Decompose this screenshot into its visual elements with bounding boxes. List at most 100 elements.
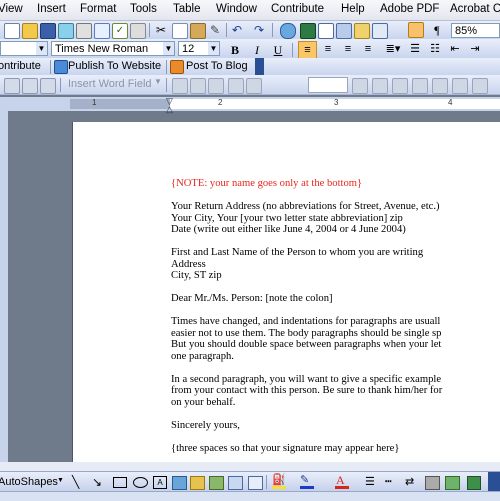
picture-2-icon[interactable]	[248, 476, 263, 490]
text-box-icon[interactable]: A	[153, 476, 167, 489]
match-fields-icon[interactable]	[208, 78, 224, 94]
spelling-icon[interactable]: ✓	[112, 23, 128, 39]
arrow-style-icon[interactable]: ⇄	[405, 476, 419, 488]
cut-icon[interactable]: ✂	[154, 23, 168, 37]
format-painter-icon[interactable]: ✎	[208, 23, 222, 37]
underline-button[interactable]: U	[270, 42, 286, 58]
mail-merge-icon[interactable]	[4, 78, 20, 94]
wordart-icon[interactable]	[172, 476, 187, 490]
bullets-icon[interactable]: ☷	[428, 41, 442, 57]
print-icon[interactable]	[76, 23, 92, 39]
picture-icon[interactable]	[228, 476, 243, 490]
previous-record-icon[interactable]	[246, 78, 262, 94]
excel-icon[interactable]	[300, 23, 316, 39]
shadow-style-icon[interactable]	[425, 476, 440, 490]
find-entry-icon[interactable]	[392, 78, 408, 94]
menu-adobe-pdf[interactable]: Adobe PDF	[380, 3, 439, 15]
toolbar-options-icon[interactable]	[255, 58, 264, 75]
document-map-icon[interactable]	[372, 23, 388, 39]
menu-view[interactable]: View	[0, 3, 23, 15]
style-select[interactable]: ▼	[0, 41, 48, 56]
vertical-ruler[interactable]	[0, 111, 8, 462]
font-size-select[interactable]: 12 ▼	[178, 41, 220, 56]
last-record-icon[interactable]	[372, 78, 388, 94]
menu-insert[interactable]: Insert	[37, 3, 66, 15]
increase-indent-icon[interactable]: ⇥	[468, 41, 482, 57]
horizontal-ruler[interactable]: 1 2 3 4 ▽ △	[0, 97, 500, 114]
autoshapes-menu[interactable]: AutoShapes	[0, 476, 58, 488]
menu-table[interactable]: Table	[173, 3, 201, 15]
copy-icon[interactable]	[172, 23, 188, 39]
drawing-icon[interactable]	[354, 23, 370, 39]
save-icon[interactable]	[40, 23, 56, 39]
fill-color-icon[interactable]: ⛽	[272, 475, 286, 486]
toolbar-options-icon[interactable]	[488, 472, 500, 492]
rectangle-icon[interactable]	[113, 477, 127, 488]
menu-help[interactable]: Help	[341, 3, 365, 15]
indent-marker-icon[interactable]: ▽ △	[166, 97, 173, 114]
document-body[interactable]: {NOTE: your name goes only at the bottom…	[171, 178, 500, 454]
research-icon[interactable]	[130, 23, 146, 39]
insert-word-field-button[interactable]: Insert Word Field	[68, 78, 152, 90]
diagram-icon[interactable]	[190, 476, 205, 490]
record-number-input[interactable]	[308, 77, 348, 93]
next-record-icon[interactable]	[352, 78, 368, 94]
align-left-icon[interactable]: ≡	[298, 41, 317, 59]
view-merged-data-icon[interactable]	[172, 78, 188, 94]
menu-window[interactable]: Window	[216, 3, 257, 15]
menu-tools[interactable]: Tools	[130, 3, 157, 15]
recipients-icon[interactable]	[22, 78, 38, 94]
arrow-icon[interactable]: ↘	[92, 476, 106, 488]
hyperlink-icon[interactable]	[280, 23, 296, 39]
publish-icon[interactable]	[54, 60, 68, 74]
oval-icon[interactable]	[133, 477, 148, 488]
line-spacing-icon[interactable]: ≣▾	[382, 41, 404, 57]
merge-to-printer-icon[interactable]	[452, 78, 468, 94]
italic-button[interactable]: I	[249, 42, 265, 58]
post-to-blog-button[interactable]: Post To Blog	[186, 60, 248, 72]
line-style-icon[interactable]: ☰	[365, 476, 379, 488]
first-record-icon[interactable]	[228, 78, 244, 94]
extra-icon[interactable]	[467, 476, 481, 490]
toolbar-separator	[149, 23, 150, 37]
reading-layout-icon[interactable]	[408, 22, 424, 38]
align-center-icon[interactable]: ≡	[321, 41, 335, 57]
3d-style-icon[interactable]	[445, 476, 460, 490]
check-errors-icon[interactable]	[412, 78, 428, 94]
blog-icon[interactable]	[170, 60, 184, 74]
bold-button[interactable]: B	[227, 42, 243, 58]
redo-icon[interactable]: ↷	[252, 23, 266, 37]
font-color-icon[interactable]: A	[336, 474, 348, 486]
print-preview-icon[interactable]	[94, 23, 110, 39]
insert-table-icon[interactable]	[318, 23, 334, 39]
line-icon[interactable]: ╲	[72, 476, 86, 488]
clip-art-icon[interactable]	[209, 476, 224, 490]
address-block-icon[interactable]	[40, 78, 56, 94]
align-right-icon[interactable]: ≡	[341, 41, 355, 57]
open-folder-icon[interactable]	[22, 23, 38, 39]
line-color-icon[interactable]: ✎	[300, 475, 314, 486]
horizontal-scrollbar[interactable]	[0, 462, 500, 471]
highlight-fields-icon[interactable]	[190, 78, 206, 94]
menu-contribute[interactable]: Contribute	[271, 3, 324, 15]
numbering-icon[interactable]: ☰	[408, 41, 422, 57]
contribute-label[interactable]: ontribute	[0, 60, 41, 72]
menu-acrobat-comments[interactable]: Acrobat C	[450, 3, 500, 15]
publish-to-website-button[interactable]: Publish To Website	[68, 60, 161, 72]
columns-icon[interactable]	[336, 23, 352, 39]
zoom-value: 85%	[455, 25, 478, 37]
new-document-icon[interactable]	[4, 23, 20, 39]
menu-format[interactable]: Format	[80, 3, 116, 15]
dash-style-icon[interactable]: ┅	[385, 476, 399, 488]
merge-to-email-icon[interactable]	[472, 78, 488, 94]
document-page[interactable]: {NOTE: your name goes only at the bottom…	[72, 122, 500, 462]
zoom-select[interactable]: 85%	[451, 23, 500, 38]
undo-icon[interactable]: ↶	[230, 23, 244, 37]
paste-icon[interactable]	[190, 23, 206, 39]
merge-to-document-icon[interactable]	[432, 78, 448, 94]
permission-icon[interactable]	[58, 23, 74, 39]
show-hide-paragraph-icon[interactable]: ¶	[430, 23, 444, 37]
decrease-indent-icon[interactable]: ⇤	[448, 41, 462, 57]
justify-icon[interactable]: ≡	[361, 41, 375, 57]
font-select[interactable]: Times New Roman ▼	[51, 41, 175, 56]
